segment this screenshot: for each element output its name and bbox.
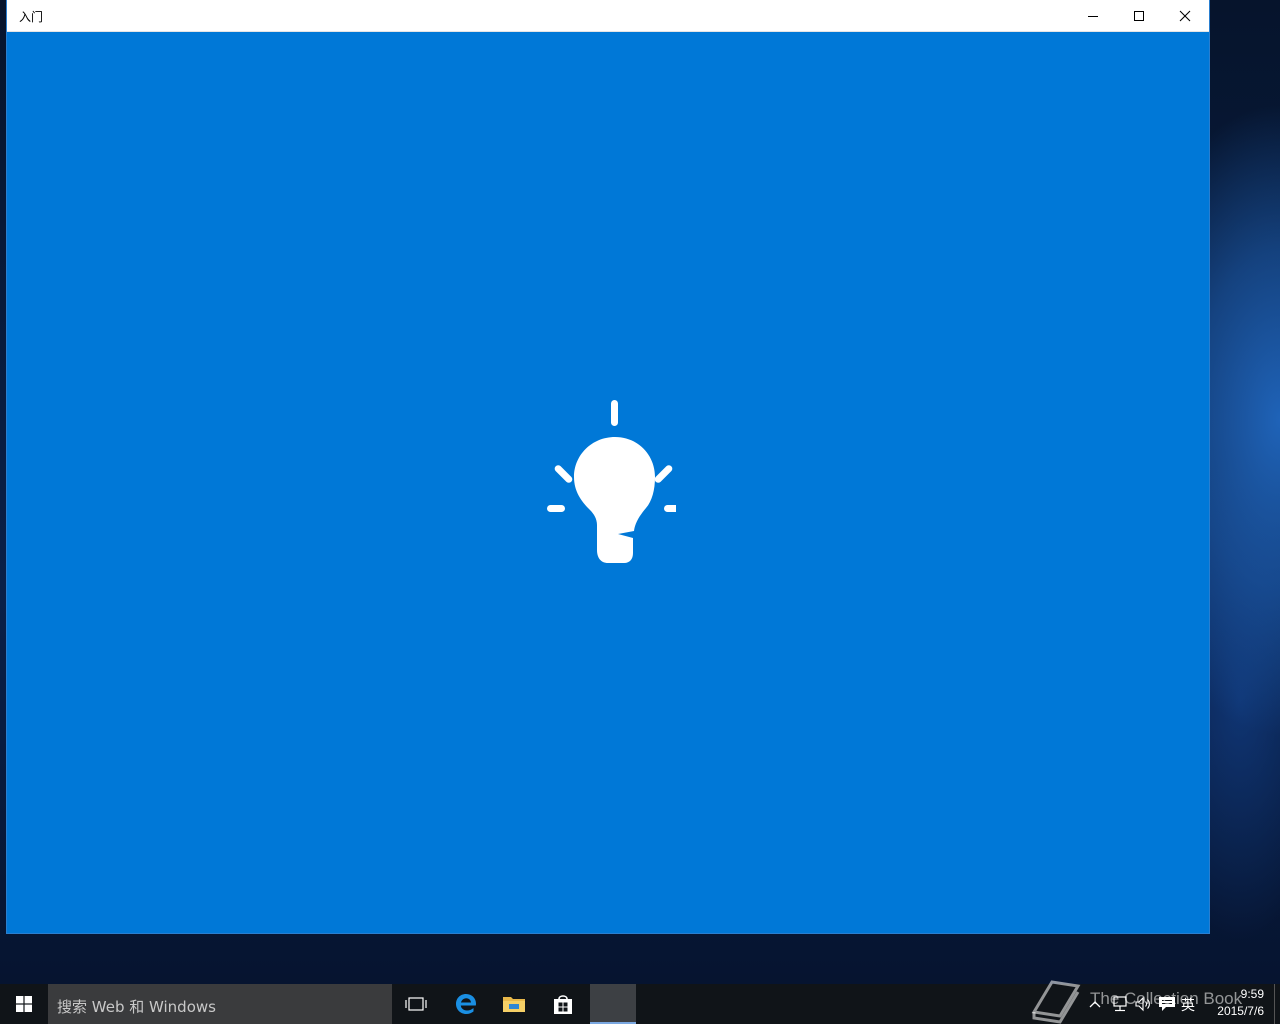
title-bar[interactable]: 入门 [7,0,1209,32]
app-content [7,32,1209,933]
maximize-icon [1134,10,1144,21]
show-desktop-button[interactable] [1274,984,1280,1024]
clock-time[interactable]: 9:59 [1204,987,1264,1001]
taskbar: 搜索 Web 和 Windows 英 9:59 2015/7/6 [0,984,1280,1024]
network-icon [1113,996,1127,1012]
ime-indicator[interactable]: 英 [1181,995,1195,1015]
close-button[interactable] [1162,0,1208,31]
maximize-button[interactable] [1116,0,1162,31]
action-center-button[interactable] [1157,994,1177,1014]
close-icon [1179,10,1191,21]
chevron-up-icon [1089,1001,1101,1008]
message-icon [1159,997,1175,1011]
task-view-button[interactable] [392,984,440,1024]
edge-button[interactable] [442,984,490,1024]
show-hidden-icons-button[interactable] [1087,994,1103,1014]
volume-icon [1135,996,1150,1012]
volume-button[interactable] [1133,994,1153,1014]
active-app-button[interactable] [590,984,636,1024]
store-button[interactable] [539,984,587,1024]
edge-icon [456,994,476,1014]
search-input[interactable]: 搜索 Web 和 Windows [48,984,392,1024]
task-view-icon [405,997,427,1011]
minimize-button[interactable] [1070,0,1116,31]
file-explorer-button[interactable] [490,984,538,1024]
window-title: 入门 [19,10,44,24]
windows-logo-icon [16,996,32,1012]
clock-date[interactable]: 2015/7/6 [1204,1004,1264,1018]
store-icon [554,995,572,1014]
start-button[interactable] [0,984,48,1024]
minimize-icon [1088,15,1098,17]
file-explorer-icon [503,997,525,1012]
app-window: 入门 [7,0,1209,933]
lightbulb-icon [547,400,676,563]
search-placeholder: 搜索 Web 和 Windows [57,998,216,1016]
network-button[interactable] [1110,994,1130,1014]
